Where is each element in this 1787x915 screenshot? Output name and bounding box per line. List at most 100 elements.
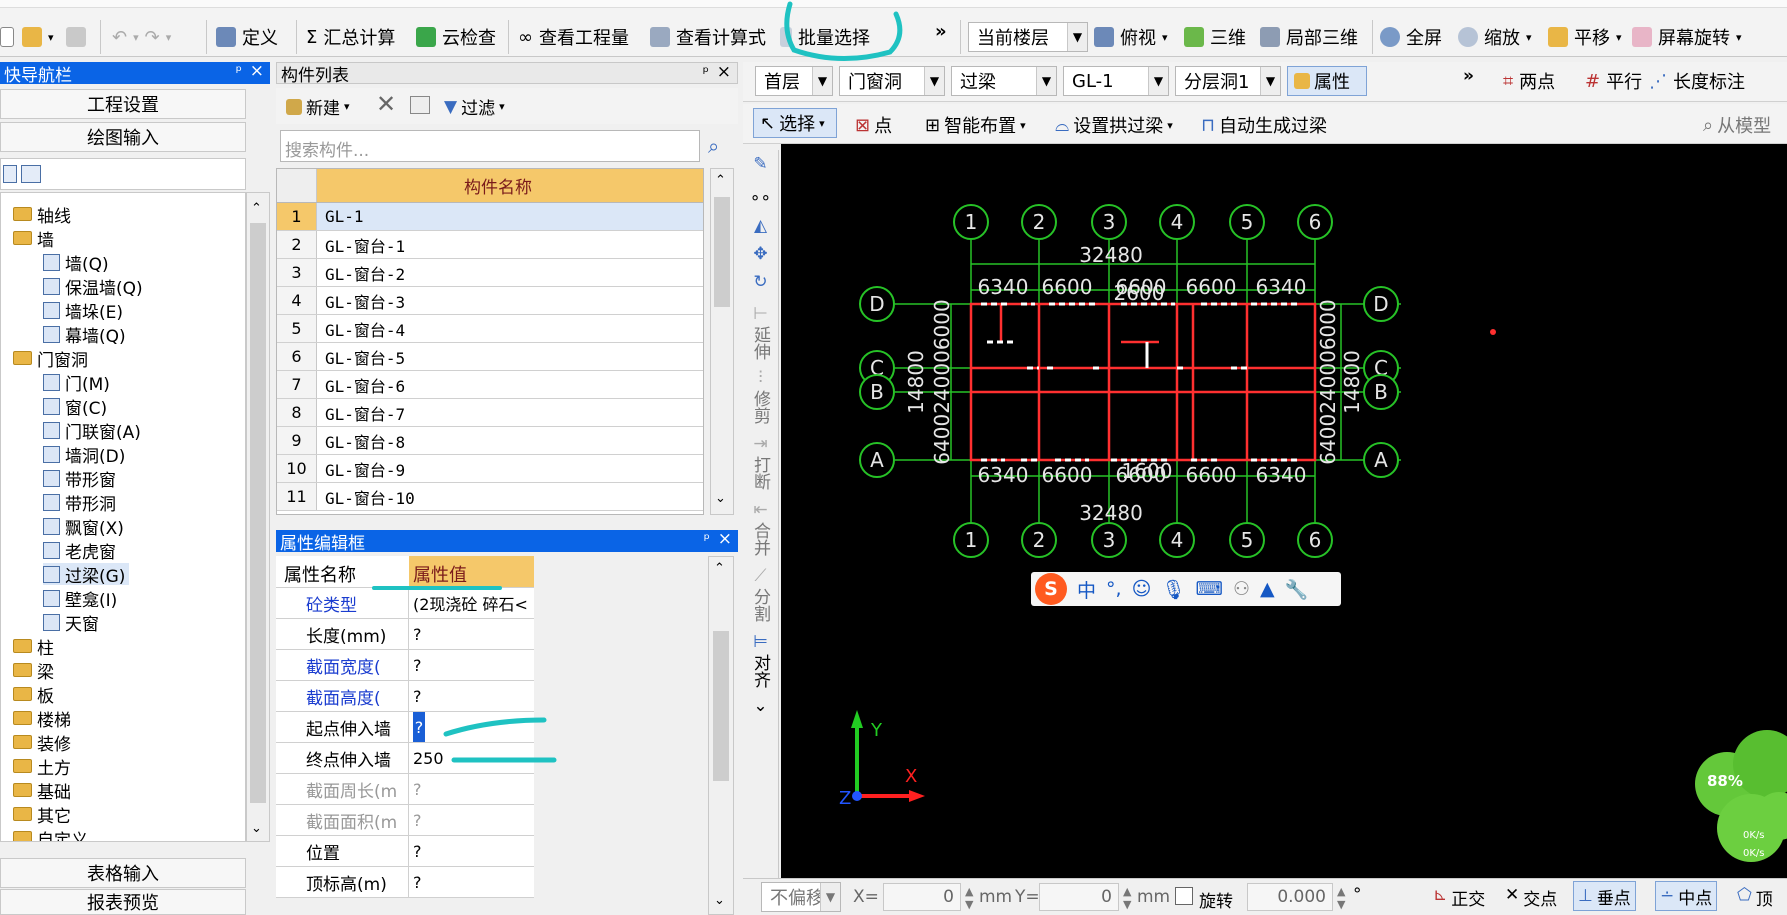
y-input[interactable]: 0 xyxy=(1039,883,1119,911)
rotate-input[interactable]: 0.000 xyxy=(1247,883,1333,911)
chevron-up-icon[interactable]: ⌃ xyxy=(251,201,262,216)
tree-item[interactable]: 带形洞 xyxy=(43,491,116,515)
network-widget[interactable]: 88% 0K/s 0K/s xyxy=(1687,704,1787,874)
property-scrollbar[interactable]: ⌃ ⌄ xyxy=(708,556,734,915)
toolbar-overflow-button[interactable]: » xyxy=(935,16,947,46)
tree-item[interactable]: 天窗 xyxy=(43,611,99,635)
table-row[interactable]: 3 GL-窗台-2 xyxy=(277,259,703,287)
wrench-icon[interactable]: 🔧 xyxy=(1285,578,1309,601)
select-tool-button[interactable]: ↖ 选择 ▾ xyxy=(753,108,837,138)
table-row[interactable]: 1 GL-1 xyxy=(277,203,703,231)
rotate-checkbox[interactable] xyxy=(1175,887,1193,905)
align-button[interactable]: 对齐 xyxy=(748,654,773,688)
table-input-button[interactable]: 表格输入 xyxy=(0,858,246,888)
user-icon[interactable]: ⚇ xyxy=(1233,578,1250,600)
item-combo[interactable]: GL-1 ▼ xyxy=(1063,66,1169,96)
from-model-button[interactable]: ⌕ 从模型 xyxy=(1703,112,1771,138)
save-icon[interactable] xyxy=(66,22,86,52)
tree-group[interactable]: 装修 xyxy=(13,731,71,755)
current-floor-combo[interactable]: 当前楼层 ▼ xyxy=(968,22,1088,52)
copy-icon[interactable] xyxy=(410,96,430,114)
parallel-dim-button[interactable]: # 平行 xyxy=(1585,68,1642,94)
search-icon[interactable]: ⌕ xyxy=(708,134,719,158)
pin-icon[interactable]: ᵖ xyxy=(704,530,710,548)
type-combo[interactable]: 过梁 ▼ xyxy=(951,66,1057,96)
drawing-input-button[interactable]: 绘图输入 xyxy=(0,122,246,152)
zoom-button[interactable]: 缩放 ▾ xyxy=(1458,22,1532,52)
pin-icon[interactable]: ᵖ xyxy=(236,62,242,80)
point-tool-button[interactable]: ⊠ 点 xyxy=(855,112,892,138)
close-icon[interactable]: × xyxy=(250,61,264,81)
toolbar-overflow-button[interactable]: » xyxy=(1463,66,1474,86)
tree-item[interactable]: 保温墙(Q) xyxy=(43,275,143,299)
chevron-down-icon[interactable]: ⌄ xyxy=(714,893,725,908)
rotate-spinner[interactable]: ▲ ▼ xyxy=(1337,885,1345,911)
shirt-icon[interactable]: ▲ xyxy=(1260,578,1275,600)
component-search-input[interactable]: 搜索构件... xyxy=(280,130,700,162)
mirror-icon[interactable]: ◭ xyxy=(754,216,767,236)
col-header-name[interactable]: 构件名称 xyxy=(317,169,679,202)
attribute-toggle-button[interactable]: 属性 xyxy=(1287,66,1367,96)
grid-scrollbar[interactable]: ⌃ ⌄ xyxy=(710,168,734,515)
chevron-up-icon[interactable]: ⌃ xyxy=(715,173,726,188)
define-button[interactable]: 定义 xyxy=(216,22,278,52)
tree-item[interactable]: 幕墙(Q) xyxy=(43,323,126,347)
table-row[interactable]: 7 GL-窗台-6 xyxy=(277,371,703,399)
view-formula-button[interactable]: 查看计算式 xyxy=(650,22,766,52)
y-spinner[interactable]: ▲ ▼ xyxy=(1123,885,1131,911)
new-file-icon[interactable] xyxy=(0,22,14,52)
pan-button[interactable]: 平移 ▾ xyxy=(1548,22,1622,52)
local-3d-button[interactable]: 局部三维 xyxy=(1260,22,1358,52)
break-icon[interactable]: ⇥ xyxy=(753,434,767,454)
property-row[interactable]: 位置? xyxy=(276,836,534,867)
wall-outline[interactable] xyxy=(969,302,1317,462)
tree-group[interactable]: 其它 xyxy=(13,803,71,827)
tree-item[interactable]: 过梁(G) xyxy=(43,563,130,587)
vertex-snap-button[interactable]: ⬠ 顶 xyxy=(1737,885,1773,910)
rotate-icon[interactable]: ↻ xyxy=(753,272,767,292)
ortho-snap-button[interactable]: ⊾ 正交 xyxy=(1433,885,1485,910)
table-row[interactable]: 5 GL-窗台-4 xyxy=(277,315,703,343)
ime-punctuation[interactable]: °, xyxy=(1106,578,1122,600)
3d-view-button[interactable]: 三维 xyxy=(1184,22,1246,52)
table-row[interactable]: 10 GL-窗台-9 xyxy=(277,455,703,483)
chevron-down-icon[interactable]: ⌄ xyxy=(251,821,262,836)
merge-button[interactable]: 合并 xyxy=(748,522,773,556)
property-row[interactable]: 截面面积(m? xyxy=(276,805,534,836)
new-component-button[interactable]: 新建 ▾ xyxy=(286,94,350,119)
report-preview-button[interactable]: 报表预览 xyxy=(0,889,246,915)
smart-place-button[interactable]: ⊞ 智能布置 ▾ xyxy=(925,112,1026,138)
top-view-button[interactable]: 俯视 ▾ xyxy=(1094,22,1168,52)
intersect-snap-button[interactable]: ✕ 交点 xyxy=(1505,885,1557,910)
scroll-thumb[interactable] xyxy=(714,197,730,307)
tree-group[interactable]: 楼梯 xyxy=(13,707,71,731)
table-row[interactable]: 8 GL-窗台-7 xyxy=(277,399,703,427)
cloud-check-button[interactable]: 云检查 xyxy=(416,22,496,52)
layer-combo[interactable]: 分层洞1 ▼ xyxy=(1175,66,1281,96)
pin-icon[interactable]: ᵖ xyxy=(703,63,709,81)
tree-group[interactable]: 墙 xyxy=(13,227,54,251)
perpendicular-snap-button[interactable]: ⊥ 垂点 xyxy=(1573,881,1636,911)
trim-button[interactable]: 修剪 xyxy=(748,390,773,424)
view-quantity-button[interactable]: ∞ 查看工程量 xyxy=(518,22,629,52)
marker-dot[interactable] xyxy=(1490,329,1496,335)
tree-group[interactable]: 基础 xyxy=(13,779,71,803)
emoji-icon[interactable]: ☺ xyxy=(1132,578,1152,600)
tree-group[interactable]: 土方 xyxy=(13,755,71,779)
property-row[interactable]: 截面周长(m? xyxy=(276,774,534,805)
table-row[interactable]: 2 GL-窗台-1 xyxy=(277,231,703,259)
close-icon[interactable]: × xyxy=(717,62,731,82)
table-row[interactable]: 11 GL-窗台-10 xyxy=(277,483,703,511)
set-arch-beam-button[interactable]: ⌓ 设置拱过梁 ▾ xyxy=(1055,112,1173,138)
table-row[interactable]: 9 GL-窗台-8 xyxy=(277,427,703,455)
tree-scrollbar[interactable]: ⌃ ⌄ xyxy=(246,192,270,842)
property-row[interactable]: 顶标高(m)? xyxy=(276,867,534,898)
extend-icon[interactable]: ⊢ xyxy=(753,304,768,324)
collapse-icon[interactable] xyxy=(21,165,41,183)
tree-item[interactable]: 壁龛(I) xyxy=(43,587,117,611)
scroll-thumb[interactable] xyxy=(250,223,266,803)
split-icon[interactable]: ⟋ xyxy=(755,566,767,586)
property-value[interactable]: ? xyxy=(413,836,533,866)
close-icon[interactable]: × xyxy=(718,529,732,549)
ime-toolbar[interactable]: S 中 °, ☺ 🎙 ⌨ ⚇ ▲ 🔧 xyxy=(1031,572,1341,606)
